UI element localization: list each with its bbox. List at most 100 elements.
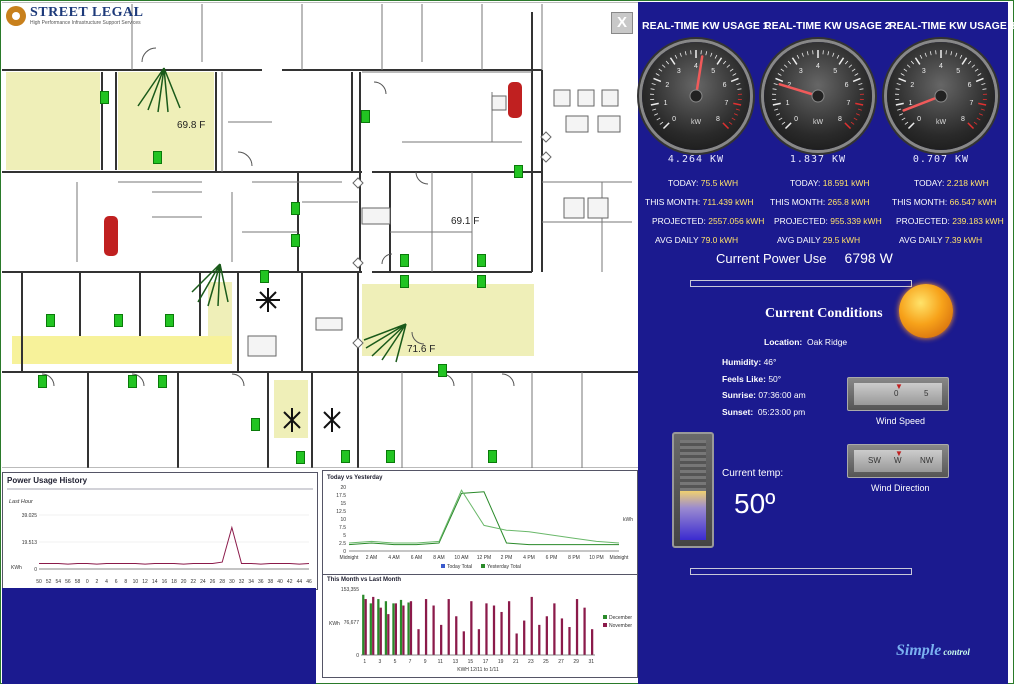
light-sensor[interactable] xyxy=(477,254,486,267)
legend-swatch xyxy=(441,564,445,568)
y-tick-label: 7.5 xyxy=(339,525,346,531)
light-sensor[interactable] xyxy=(158,375,167,388)
light-sensor[interactable] xyxy=(291,202,300,215)
thermometer-gauge xyxy=(672,432,714,548)
separator-bar xyxy=(690,568,912,575)
chart-title: Today vs Yesterday xyxy=(327,475,383,481)
gauge-tick-label: 0 xyxy=(794,116,798,123)
gauge-3-title: REAL-TIME KW USAGE 3 xyxy=(889,20,1016,32)
gauge-tick xyxy=(899,113,904,116)
power-usage-history-chart: Last HourKWh39.02519.513050 52 54 56 58 0 2 4 6 8… xyxy=(7,488,313,585)
gauge-tick xyxy=(919,54,923,59)
gauge-tick-label: 7 xyxy=(969,100,973,107)
light-sensor[interactable] xyxy=(260,270,269,283)
x-tick-label: 31 xyxy=(588,659,594,665)
light-sensor[interactable] xyxy=(341,450,350,463)
chart-title: Power Usage History xyxy=(7,476,88,485)
light-sensor[interactable] xyxy=(438,364,447,377)
light-sensor[interactable] xyxy=(114,314,123,327)
gauge-tick xyxy=(716,57,723,65)
light-sensor[interactable] xyxy=(488,450,497,463)
gauge-tick xyxy=(898,77,907,83)
light-sensor[interactable] xyxy=(153,151,162,164)
gauge-tick xyxy=(684,51,687,56)
gauge-tick xyxy=(844,60,849,65)
y-tick-label: 15 xyxy=(340,501,346,507)
x-tick-label: 38 xyxy=(268,579,274,585)
gauge-tick xyxy=(730,77,739,83)
y-tick-label: 20 xyxy=(340,485,346,491)
gauge-tick xyxy=(838,57,845,65)
x-tick-label: 6 PM xyxy=(546,555,558,561)
gauge-tick xyxy=(665,60,670,65)
gauge-tick xyxy=(852,77,861,83)
light-sensor[interactable] xyxy=(400,254,409,267)
light-sensor[interactable] xyxy=(514,165,523,178)
gauge-2-reading: 1.837 KW xyxy=(789,154,847,165)
light-sensor[interactable] xyxy=(386,450,395,463)
light-sensor[interactable] xyxy=(477,275,486,288)
gauge-tick xyxy=(977,73,982,76)
bar xyxy=(492,605,496,655)
light-sensor[interactable] xyxy=(38,375,47,388)
gauge-tick-label: 0 xyxy=(917,116,921,123)
gauge-tick xyxy=(848,64,853,68)
kw-gauge-1: 0 1 2 3 4 5 6 7 8 kW xyxy=(642,42,750,150)
gauge-tick xyxy=(674,54,678,59)
x-tick-label: 12 PM xyxy=(477,555,491,561)
legend-swatch xyxy=(603,623,607,627)
x-tick-label: 13 xyxy=(453,659,459,665)
stat-avg-2: AVG DAILY 29.5 kWH xyxy=(777,235,861,245)
bar xyxy=(369,603,372,655)
gauge-1-reading: 4.264 KW xyxy=(667,154,725,165)
gauge-tick xyxy=(722,122,730,130)
x-tick-label: 54 xyxy=(56,579,62,585)
gauge-tick xyxy=(651,83,656,85)
gauge-tick xyxy=(658,68,663,72)
month-vs-month-panel: This Month vs Last Month KWh 153,355 76,677… xyxy=(322,574,638,678)
gauge-tick xyxy=(907,122,915,130)
gauge-tick xyxy=(982,88,987,90)
gauge-tick-label: 7 xyxy=(724,100,728,107)
close-button[interactable]: X xyxy=(611,12,633,34)
y-axis-label: kWh xyxy=(623,517,633,523)
y-tick-label: 0 xyxy=(34,567,37,573)
gauge-tick-label: 1 xyxy=(664,100,668,107)
gauge-tick xyxy=(662,122,670,130)
light-sensor[interactable] xyxy=(165,314,174,327)
x-tick-label: Midnight xyxy=(610,555,630,561)
gauge-tick xyxy=(900,73,905,76)
gauge-tick xyxy=(967,122,975,130)
x-tick-label: 8 AM xyxy=(433,555,444,561)
bar xyxy=(538,624,541,655)
bar xyxy=(432,605,435,655)
gauge-tick xyxy=(705,51,708,56)
gauge-tick xyxy=(855,113,860,116)
bar xyxy=(485,603,488,655)
room-temp-2: 69.1 F xyxy=(451,216,480,227)
bar xyxy=(384,601,388,655)
y-tick-label: 19.513 xyxy=(22,540,38,546)
gauge-tick xyxy=(710,52,713,57)
floor-plan-drawing xyxy=(2,2,638,468)
energy-dashboard: REAL-TIME KW USAGE 1 REAL-TIME KW USAGE … xyxy=(638,2,1016,684)
x-tick-label: 25 xyxy=(543,659,549,665)
gauge-tick xyxy=(781,121,786,125)
light-sensor[interactable] xyxy=(400,275,409,288)
light-sensor[interactable] xyxy=(128,375,137,388)
gauge-tick-label: 3 xyxy=(799,68,803,75)
light-sensor[interactable] xyxy=(251,418,260,431)
light-sensor[interactable] xyxy=(361,110,370,123)
x-tick-label: 15 xyxy=(468,659,474,665)
x-tick-label: Midnight xyxy=(340,555,360,561)
gauge-unit: kW xyxy=(813,119,824,126)
light-sensor[interactable] xyxy=(291,234,300,247)
legend-swatch xyxy=(603,615,607,619)
stat-projected-3: PROJECTED: 239.183 kWH xyxy=(896,216,1004,226)
x-tick-label: 30 xyxy=(229,579,235,585)
sunny-weather-icon xyxy=(899,284,953,338)
gauge-unit: kW xyxy=(691,119,702,126)
light-sensor[interactable] xyxy=(100,91,109,104)
light-sensor[interactable] xyxy=(46,314,55,327)
light-sensor[interactable] xyxy=(296,451,305,464)
